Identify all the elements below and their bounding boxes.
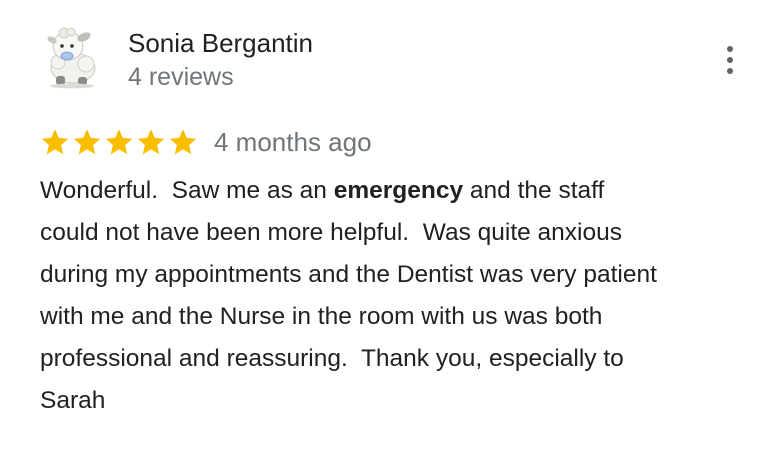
- review-card: Sonia Bergantin 4 reviews 4 months ago W…: [0, 0, 782, 458]
- more-vert-icon[interactable]: [716, 40, 744, 80]
- review-text-bold: emergency: [333, 177, 464, 204]
- review-header: Sonia Bergantin 4 reviews: [38, 20, 758, 100]
- more-dot: [727, 57, 733, 63]
- star-icon: [169, 129, 197, 155]
- review-text-line: during my appointments and the Dentist w…: [40, 261, 657, 288]
- review-text-segment: Wonderful. Saw me as an: [40, 177, 334, 204]
- review-text-line: could not have been more helpful. Was qu…: [40, 219, 623, 246]
- author-review-count[interactable]: 4 reviews: [128, 62, 234, 92]
- review-text-line: Wonderful. Saw me as an emergency and th…: [40, 170, 752, 212]
- star-icon: [41, 129, 69, 155]
- review-text-line: Sarah: [40, 387, 106, 414]
- author-name[interactable]: Sonia Bergantin: [128, 28, 313, 58]
- more-dot: [727, 46, 733, 52]
- review-text-segment: and the staff: [463, 177, 605, 204]
- star-rating: [40, 127, 198, 157]
- sheep-avatar-icon[interactable]: [38, 22, 106, 90]
- review-text-line: with me and the Nurse in the room with u…: [40, 303, 603, 330]
- rating-row: 4 months ago: [40, 124, 372, 160]
- review-date: 4 months ago: [214, 127, 372, 157]
- star-icon: [105, 129, 133, 155]
- review-text: Wonderful. Saw me as an emergency and th…: [40, 170, 752, 422]
- review-text-line: professional and reassuring. Thank you, …: [40, 345, 624, 372]
- star-icon: [73, 129, 101, 155]
- star-icon: [137, 129, 165, 155]
- more-dot: [727, 68, 733, 74]
